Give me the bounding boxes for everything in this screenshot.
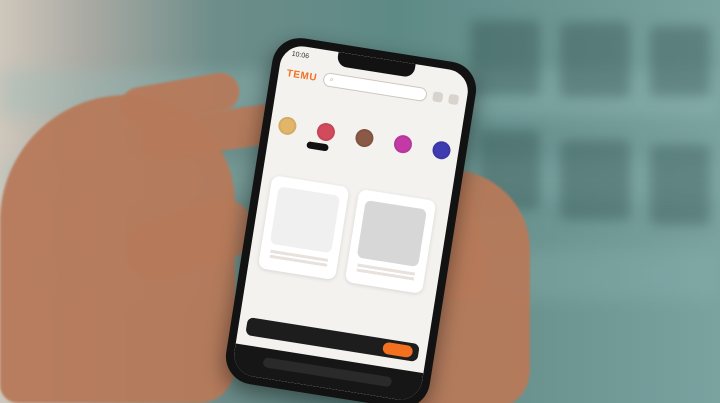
category-icon[interactable] bbox=[431, 139, 452, 161]
category-icon[interactable] bbox=[315, 121, 337, 143]
background-window bbox=[650, 145, 710, 225]
category-icons bbox=[277, 115, 452, 161]
selected-category-chip bbox=[306, 141, 329, 152]
product-details bbox=[355, 263, 416, 285]
category-icon[interactable] bbox=[354, 127, 375, 149]
user-icon[interactable] bbox=[432, 91, 444, 103]
product-details bbox=[268, 249, 329, 271]
product-card[interactable] bbox=[257, 175, 350, 281]
photo-scene: 10:06 TEMU ⌕ bbox=[0, 0, 720, 403]
product-image bbox=[356, 200, 428, 268]
cart-icon[interactable] bbox=[447, 93, 460, 106]
background-window bbox=[470, 20, 540, 95]
category-icon[interactable] bbox=[277, 115, 298, 137]
background-window bbox=[560, 22, 630, 97]
product-image bbox=[269, 186, 341, 254]
background-window bbox=[560, 140, 630, 220]
category-icon[interactable] bbox=[392, 133, 414, 155]
search-input[interactable]: ⌕ bbox=[321, 71, 429, 103]
background-window bbox=[650, 26, 710, 96]
product-card[interactable] bbox=[344, 188, 437, 294]
status-time: 10:06 bbox=[291, 50, 310, 61]
cta-button[interactable] bbox=[381, 341, 414, 359]
app-logo: TEMU bbox=[285, 67, 318, 84]
search-icon: ⌕ bbox=[329, 76, 334, 83]
phone-screen: 10:06 TEMU ⌕ bbox=[231, 43, 471, 403]
